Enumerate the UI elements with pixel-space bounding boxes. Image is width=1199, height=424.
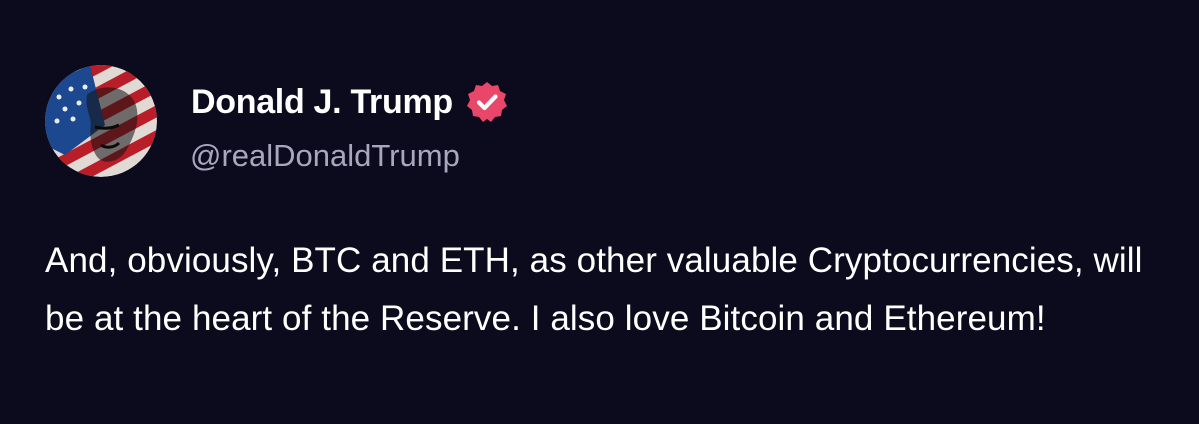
post-text: And, obviously, BTC and ETH, as other va… xyxy=(45,241,1143,338)
author-handle[interactable]: @realDonaldTrump xyxy=(190,138,460,174)
profile-avatar[interactable] xyxy=(45,65,157,177)
author-name-row: Donald J. Trump xyxy=(191,80,509,124)
post-card: Donald J. Trump @realDonaldTrump And, ob… xyxy=(0,0,1199,424)
verified-badge-icon xyxy=(465,80,509,124)
author-display-name[interactable]: Donald J. Trump xyxy=(191,83,453,122)
avatar-image xyxy=(45,65,157,177)
